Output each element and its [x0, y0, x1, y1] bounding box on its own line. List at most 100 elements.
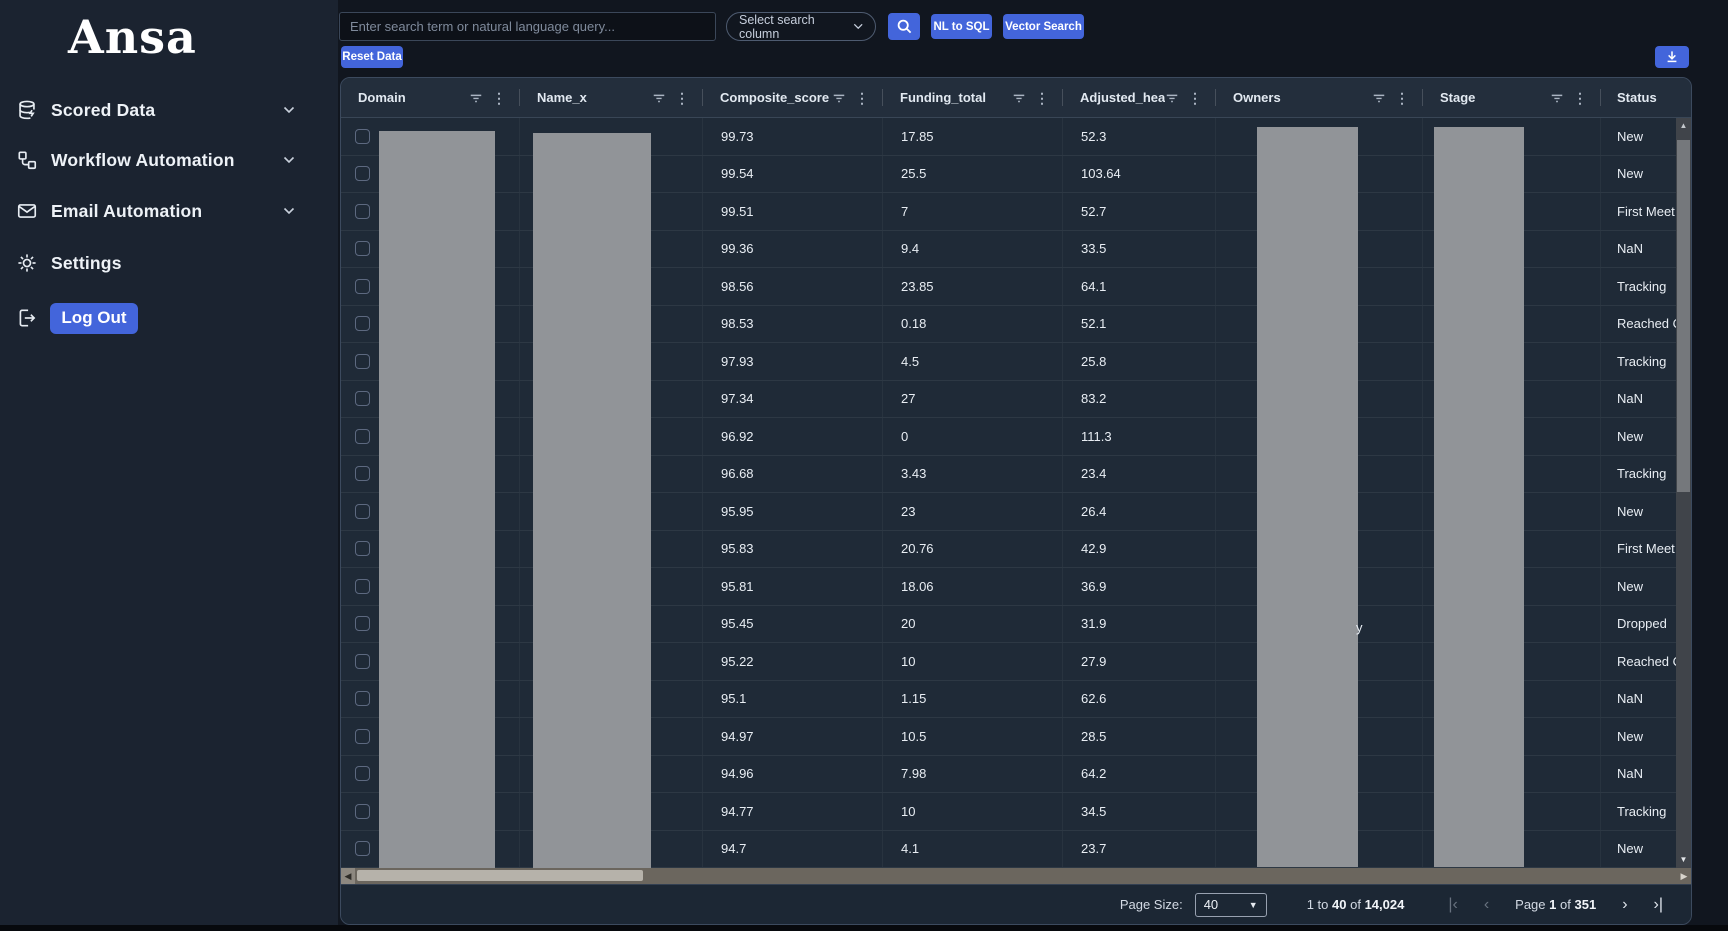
row-checkbox[interactable] [355, 841, 370, 856]
download-button[interactable] [1655, 46, 1689, 68]
nl-to-sql-button[interactable]: NL to SQL [931, 14, 992, 39]
cell-status: Tracking [1601, 268, 1676, 305]
redacted-block-stage [1434, 127, 1524, 867]
sidebar-item-label: Email Automation [51, 201, 202, 222]
search-column-select[interactable]: Select search column [726, 12, 876, 41]
cell-adjusted-headcount: 62.6 [1063, 681, 1216, 718]
search-column-select-label: Select search column [739, 13, 853, 41]
row-checkbox[interactable] [355, 579, 370, 594]
column-menu-icon[interactable]: ⋮ [675, 91, 689, 105]
cell-status: New [1601, 118, 1676, 155]
search-button[interactable] [888, 13, 920, 40]
column-menu-icon[interactable]: ⋮ [1395, 91, 1409, 105]
page-size-select[interactable]: 40 ▼ [1195, 893, 1267, 917]
cell-composite-score: 99.36 [703, 231, 883, 268]
horizontal-scrollbar[interactable]: ◀ ▶ [341, 868, 1691, 884]
row-checkbox[interactable] [355, 729, 370, 744]
row-checkbox[interactable] [355, 504, 370, 519]
row-checkbox[interactable] [355, 429, 370, 444]
cell-adjusted-headcount: 23.7 [1063, 831, 1216, 868]
vertical-scrollbar-thumb[interactable] [1677, 140, 1690, 492]
filter-icon[interactable] [1550, 91, 1564, 105]
logout-row: Log Out [0, 300, 320, 336]
column-header-domain[interactable]: Domain ⋮ [341, 78, 520, 117]
row-checkbox[interactable] [355, 691, 370, 706]
column-menu-icon[interactable]: ⋮ [492, 91, 506, 105]
row-checkbox[interactable] [355, 204, 370, 219]
cell-funding-total: 23 [883, 493, 1063, 530]
chevron-down-icon [283, 207, 295, 215]
column-menu-icon[interactable]: ⋮ [1188, 91, 1202, 105]
row-checkbox[interactable] [355, 616, 370, 631]
vector-search-button[interactable]: Vector Search [1003, 14, 1084, 39]
row-checkbox[interactable] [355, 129, 370, 144]
column-header-stage[interactable]: Stage ⋮ [1423, 78, 1601, 117]
cell-adjusted-headcount: 31.9 [1063, 606, 1216, 643]
column-header-status[interactable]: Status [1601, 78, 1676, 117]
row-checkbox[interactable] [355, 354, 370, 369]
row-checkbox[interactable] [355, 391, 370, 406]
cell-status: New [1601, 831, 1676, 868]
cell-funding-total: 4.5 [883, 343, 1063, 380]
workflow-icon [16, 149, 38, 171]
column-menu-icon[interactable]: ⋮ [855, 91, 869, 105]
logout-button[interactable]: Log Out [50, 303, 138, 334]
filter-icon[interactable] [832, 91, 846, 105]
horizontal-scrollbar-thumb[interactable] [357, 870, 643, 881]
scroll-up-arrow-icon[interactable]: ▲ [1676, 120, 1691, 132]
row-checkbox[interactable] [355, 654, 370, 669]
cell-status: NaN [1601, 756, 1676, 793]
column-header-name-x[interactable]: Name_x ⋮ [520, 78, 703, 117]
filter-icon[interactable] [1012, 91, 1026, 105]
cell-status: New [1601, 493, 1676, 530]
cell-composite-score: 96.68 [703, 456, 883, 493]
cell-funding-total: 10 [883, 643, 1063, 680]
cell-composite-score: 95.83 [703, 531, 883, 568]
cell-adjusted-headcount: 52.3 [1063, 118, 1216, 155]
row-checkbox[interactable] [355, 804, 370, 819]
row-checkbox[interactable] [355, 766, 370, 781]
filter-icon[interactable] [1165, 91, 1179, 105]
filter-icon[interactable] [1372, 91, 1386, 105]
scroll-right-arrow-icon[interactable]: ▶ [1677, 868, 1691, 884]
cell-composite-score: 97.93 [703, 343, 883, 380]
vertical-scrollbar[interactable]: ▲ ▼ [1676, 118, 1691, 868]
sidebar-item-email-automation[interactable]: Email Automation [0, 193, 320, 229]
row-checkbox[interactable] [355, 541, 370, 556]
filter-icon[interactable] [469, 91, 483, 105]
row-checkbox[interactable] [355, 279, 370, 294]
cell-composite-score: 94.77 [703, 793, 883, 830]
column-menu-icon[interactable]: ⋮ [1035, 91, 1049, 105]
scroll-left-arrow-icon[interactable]: ◀ [341, 868, 355, 884]
sidebar-item-workflow-automation[interactable]: Workflow Automation [0, 142, 320, 178]
sidebar-item-scored-data[interactable]: Scored Data [0, 92, 320, 128]
grid-header: Domain ⋮ Name_x ⋮ Composite_score ⋮ [341, 78, 1691, 118]
redacted-block-domain [379, 131, 495, 868]
sidebar-item-settings[interactable]: Settings [0, 245, 320, 281]
column-header-funding-total[interactable]: Funding_total ⋮ [883, 78, 1063, 117]
row-checkbox[interactable] [355, 241, 370, 256]
reset-data-button[interactable]: Reset Data [341, 46, 403, 68]
cell-adjusted-headcount: 25.8 [1063, 343, 1216, 380]
column-header-composite-score[interactable]: Composite_score ⋮ [703, 78, 883, 117]
search-input[interactable] [339, 12, 716, 41]
cell-status: Tracking [1601, 343, 1676, 380]
column-menu-icon[interactable]: ⋮ [1573, 91, 1587, 105]
column-header-owners[interactable]: Owners ⋮ [1216, 78, 1423, 117]
cell-adjusted-headcount: 27.9 [1063, 643, 1216, 680]
cell-composite-score: 96.92 [703, 418, 883, 455]
filter-icon[interactable] [652, 91, 666, 105]
cell-status: New [1601, 418, 1676, 455]
next-page-button[interactable]: › [1622, 897, 1627, 913]
row-checkbox[interactable] [355, 316, 370, 331]
page-size-value: 40 [1204, 897, 1218, 912]
previous-page-button[interactable]: ‹ [1484, 897, 1489, 913]
last-page-button[interactable]: ›| [1654, 897, 1663, 913]
column-header-adjusted-headcount[interactable]: Adjusted_headco... ⋮ [1063, 78, 1216, 117]
row-checkbox[interactable] [355, 466, 370, 481]
cell-status: Tracking [1601, 793, 1676, 830]
first-page-button[interactable]: |‹ [1448, 897, 1457, 913]
cell-status: New [1601, 156, 1676, 193]
scroll-down-arrow-icon[interactable]: ▼ [1676, 854, 1691, 866]
row-checkbox[interactable] [355, 166, 370, 181]
